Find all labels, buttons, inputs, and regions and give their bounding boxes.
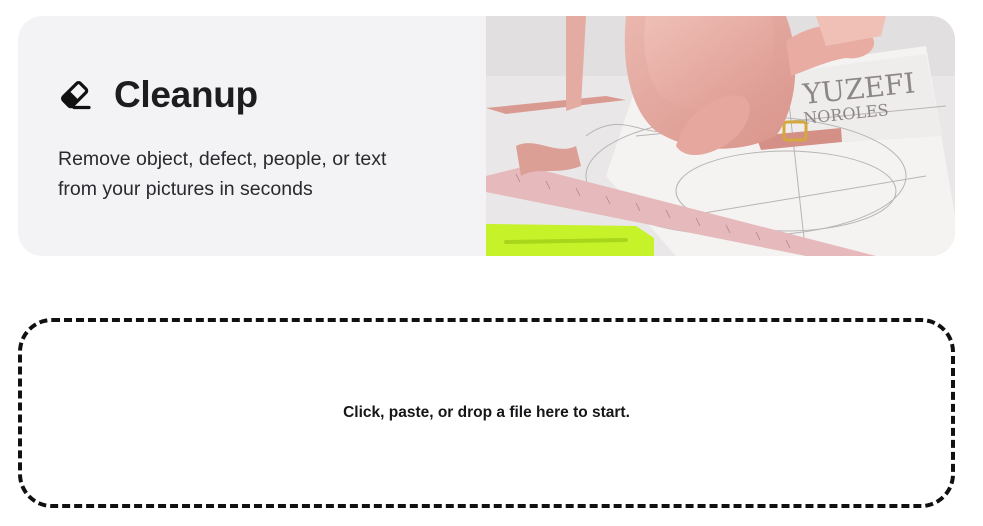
subtitle-line-2: from your pictures in seconds [58,178,313,200]
file-dropzone[interactable]: Click, paste, or drop a file here to sta… [18,318,955,508]
title-row: Cleanup [58,74,478,116]
page-title: Cleanup [114,74,258,115]
hero-banner: Cleanup Remove object, defect, people, o… [18,16,955,256]
hero-text: Cleanup Remove object, defect, people, o… [58,74,478,204]
hero-subtitle: Remove object, defect, people, or text f… [58,144,478,204]
handbag-photo: YUZEFI NOROLES [486,16,955,256]
dropzone-label: Click, paste, or drop a file here to sta… [343,404,630,421]
eraser-icon [61,81,91,110]
subtitle-line-1: Remove object, defect, people, or text [58,148,387,170]
hero-image: YUZEFI NOROLES [486,16,955,256]
